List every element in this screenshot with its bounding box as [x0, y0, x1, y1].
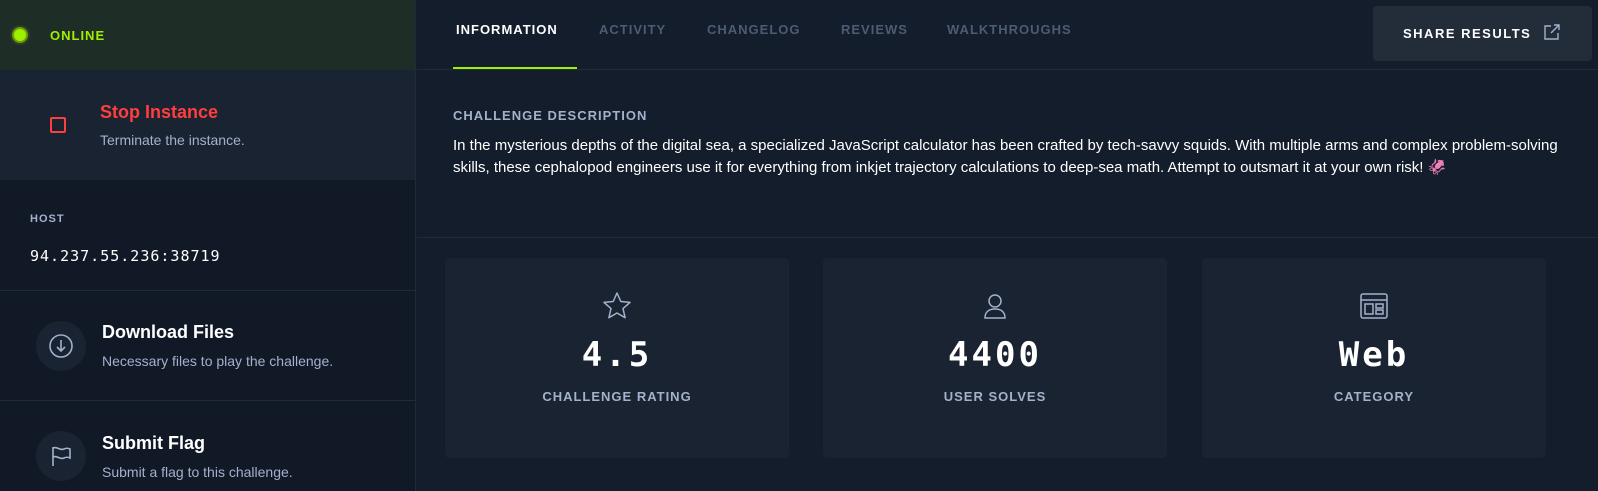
- tab-bar: INFORMATION ACTIVITY CHANGELOG REVIEWS W…: [417, 0, 1598, 70]
- stop-instance-button[interactable]: Stop Instance Terminate the instance.: [0, 70, 415, 180]
- stop-instance-text: Stop Instance Terminate the instance.: [100, 102, 245, 148]
- description-text: In the mysterious depths of the digital …: [453, 137, 1558, 176]
- tab-reviews[interactable]: REVIEWS: [841, 22, 908, 37]
- tab-changelog[interactable]: CHANGELOG: [707, 22, 801, 37]
- flag-icon: [36, 431, 86, 481]
- download-files-text: Download Files Necessary files to play t…: [102, 322, 333, 369]
- section-divider: [417, 237, 1598, 238]
- sidebar: ONLINE Stop Instance Terminate the insta…: [0, 0, 416, 491]
- stat-card-rating: 4.5 CHALLENGE RATING: [445, 258, 789, 458]
- active-tab-indicator: [453, 67, 577, 69]
- description-label: CHALLENGE DESCRIPTION: [453, 108, 648, 123]
- stop-instance-subtitle: Terminate the instance.: [100, 132, 245, 148]
- stat-card-category: Web CATEGORY: [1202, 258, 1546, 458]
- status-text: ONLINE: [50, 27, 106, 43]
- submit-flag-subtitle: Submit a flag to this challenge.: [102, 463, 293, 480]
- rating-label: CHALLENGE RATING: [542, 389, 692, 404]
- host-block: HOST 94.237.55.236:38719: [0, 180, 415, 291]
- share-results-label: SHARE RESULTS: [1403, 26, 1532, 41]
- online-indicator-icon: [12, 27, 28, 43]
- download-files-title: Download Files: [102, 322, 235, 342]
- tab-information[interactable]: INFORMATION: [456, 22, 558, 37]
- rating-value: 4.5: [581, 335, 653, 375]
- category-value: Web: [1338, 335, 1410, 375]
- main-panel: INFORMATION ACTIVITY CHANGELOG REVIEWS W…: [417, 0, 1598, 491]
- status-bar: ONLINE: [0, 0, 415, 70]
- host-value[interactable]: 94.237.55.236:38719: [30, 247, 415, 265]
- solves-label: USER SOLVES: [943, 389, 1047, 404]
- submit-flag-text: Submit Flag Submit a flag to this challe…: [102, 433, 293, 480]
- share-results-button[interactable]: SHARE RESULTS: [1373, 6, 1592, 61]
- user-icon: [823, 291, 1167, 321]
- challenge-description: CHALLENGE DESCRIPTION In the mysterious …: [453, 108, 1563, 179]
- category-label: CATEGORY: [1333, 389, 1415, 404]
- download-icon: [36, 320, 86, 371]
- external-share-icon: [1543, 23, 1561, 44]
- submit-flag-title: Submit Flag: [102, 432, 205, 453]
- star-icon: [445, 291, 789, 321]
- tab-walkthroughs[interactable]: WALKTHROUGHS: [947, 22, 1072, 37]
- stop-instance-title: Stop Instance: [100, 102, 219, 122]
- host-label: HOST: [30, 213, 65, 225]
- stat-card-solves: 4400 USER SOLVES: [823, 258, 1167, 458]
- download-files-button[interactable]: Download Files Necessary files to play t…: [0, 291, 415, 401]
- submit-flag-button[interactable]: Submit Flag Submit a flag to this challe…: [0, 401, 415, 491]
- stop-square-icon: [50, 117, 66, 133]
- solves-value: 4400: [948, 335, 1042, 375]
- tab-activity[interactable]: ACTIVITY: [599, 22, 666, 37]
- download-files-subtitle: Necessary files to play the challenge.: [102, 353, 334, 369]
- browser-window-icon: [1202, 291, 1546, 321]
